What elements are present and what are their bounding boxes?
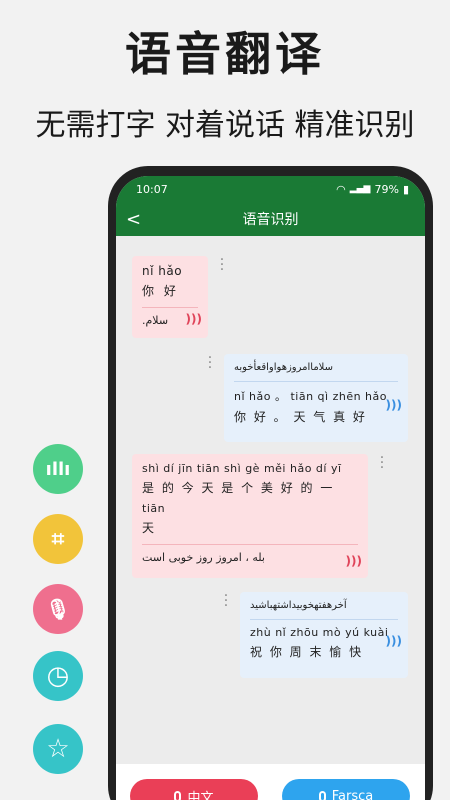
microphone-icon: [318, 790, 326, 800]
hanzi-text: 天: [142, 521, 158, 535]
divider: [250, 619, 398, 620]
signal-icon: ▂▄▆: [349, 184, 371, 194]
more-options-icon[interactable]: · · ·: [222, 589, 230, 613]
message-bubble-left: shì dí jīn tiān shì gè měi hǎo dí yī 是 的…: [132, 454, 368, 578]
farsi-voice-button[interactable]: Farsça: [282, 779, 410, 800]
face-scan-icon: ⌗: [51, 526, 65, 552]
side-icon-waveform[interactable]: ıllı: [33, 444, 83, 494]
star-icon: ☆: [46, 734, 70, 764]
speaker-icon[interactable]: ))): [346, 554, 362, 568]
phone-frame: 10:07 ◠ ▂▄▆ 79% ▮ < 语音识别 nǐ hǎo 你 好 سلام…: [108, 166, 433, 800]
bottom-bar: 中文 Farsça: [116, 764, 425, 800]
message-bubble-right: آخرهفتهخوبيداشتهباشيد zhù nǐ zhōu mò yú …: [240, 592, 408, 678]
hanzi-text: 你 好 。 天 气 真 好: [234, 410, 367, 424]
pinyin-text: shì dí jīn tiān shì gè měi hǎo dí yī: [142, 462, 342, 475]
divider: [142, 544, 358, 545]
hanzi-text: 是 的 今 天 是 个 美 好 的 一: [142, 481, 335, 495]
divider: [142, 307, 198, 308]
pinyin-text: zhù nǐ zhōu mò yú kuài: [250, 626, 389, 639]
side-icon-face-scan[interactable]: ⌗: [33, 514, 83, 564]
back-icon[interactable]: <: [126, 209, 141, 230]
app-bar-title: 语音识别: [242, 212, 299, 228]
pinyin-text: tiān: [142, 502, 166, 515]
status-indicators: ◠ ▂▄▆ 79% ▮: [336, 183, 409, 196]
speaker-icon[interactable]: ))): [386, 634, 402, 648]
clock-icon: ◷: [46, 661, 70, 691]
wifi-icon: ◠: [336, 182, 346, 196]
app-bar: < 语音识别: [116, 202, 425, 236]
microphone-icon: 🎙: [45, 597, 71, 621]
more-options-icon[interactable]: · · ·: [218, 253, 226, 277]
source-text: سلاماامروزهواواقعأخوبه: [234, 362, 334, 373]
hanzi-text: 你 好: [142, 284, 179, 298]
side-icon-star[interactable]: ☆: [33, 724, 83, 774]
promo-subline: 无需打字 对着说话 精准识别: [35, 108, 415, 143]
pinyin-text: nǐ hǎo 。 tiān qì zhēn hǎo: [234, 390, 387, 403]
phone-screen: 10:07 ◠ ▂▄▆ 79% ▮ < 语音识别 nǐ hǎo 你 好 سلام…: [116, 176, 425, 800]
more-options-icon[interactable]: · · ·: [378, 451, 386, 475]
speaker-icon[interactable]: ))): [386, 398, 402, 412]
battery-icon: ▮: [402, 182, 409, 196]
waveform-icon: ıllı: [45, 458, 71, 480]
message-bubble-left: nǐ hǎo 你 好 سلام. ))): [132, 256, 208, 338]
microphone-icon: [174, 790, 182, 800]
farsi-button-label: Farsça: [331, 788, 374, 800]
status-time: 10:07: [136, 182, 168, 196]
source-text: آخرهفتهخوبيداشتهباشيد: [250, 600, 347, 611]
chinese-button-label: 中文: [187, 790, 214, 800]
hanzi-text: 祝 你 周 末 愉 快: [250, 645, 364, 659]
divider: [234, 381, 398, 382]
chinese-voice-button[interactable]: 中文: [130, 779, 258, 800]
side-icon-clock[interactable]: ◷: [33, 651, 83, 701]
promo-headline: 语音翻译: [125, 27, 325, 81]
more-options-icon[interactable]: · · ·: [206, 351, 214, 375]
pinyin-text: nǐ hǎo: [142, 264, 183, 278]
translation-text: بله ، امروز روز خوبی است: [142, 551, 265, 564]
battery-percent: 79%: [374, 182, 399, 196]
status-bar: 10:07 ◠ ▂▄▆ 79% ▮: [116, 176, 425, 202]
message-bubble-right: سلاماامروزهواواقعأخوبه nǐ hǎo 。 tiān qì …: [224, 354, 408, 442]
speaker-icon[interactable]: ))): [186, 312, 202, 326]
side-icon-microphone[interactable]: 🎙: [33, 584, 83, 634]
